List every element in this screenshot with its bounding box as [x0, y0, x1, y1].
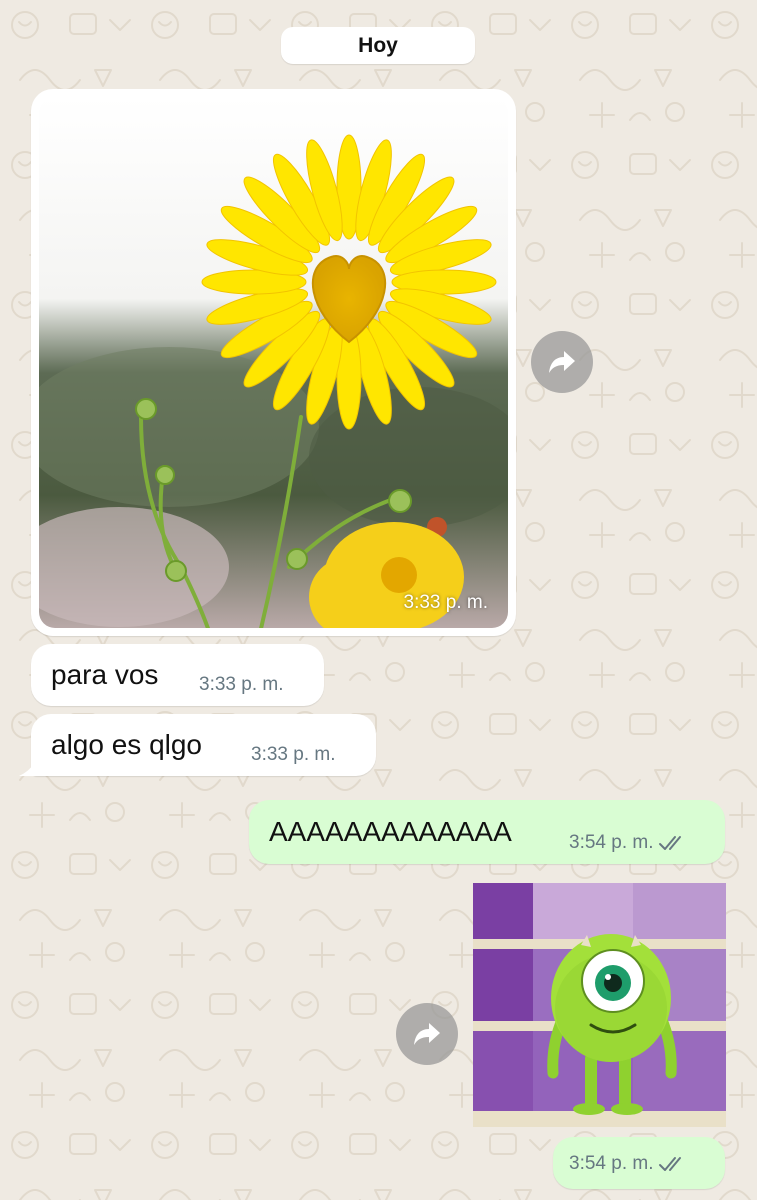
sticker-meta-chip: 3:54 p. m.: [553, 1137, 725, 1189]
message-time: 3:54 p. m.: [569, 1153, 654, 1174]
daisy-photo[interactable]: 3:33 p. m.: [39, 97, 508, 628]
message-text: algo es qlgo: [51, 729, 203, 760]
mike-wazowski-sticker[interactable]: [473, 883, 726, 1127]
message-time: 3:33 p. m.: [199, 674, 284, 695]
forward-arrow-icon: [549, 351, 575, 373]
bubble-tail: [19, 752, 41, 776]
forward-arrow-icon: [414, 1023, 440, 1045]
incoming-message-bubble[interactable]: para vos 3:33 p. m.: [31, 644, 324, 706]
message-meta: 3:54 p. m.: [569, 832, 688, 854]
message-text: para vos: [51, 659, 159, 690]
message-time: 3:33 p. m.: [251, 744, 336, 765]
message-time: 3:33 p. m.: [403, 592, 489, 613]
double-check-icon: [658, 1157, 681, 1171]
message-text: AAAAAAAAAAAAA: [269, 816, 512, 847]
outgoing-message-bubble[interactable]: AAAAAAAAAAAAA 3:54 p. m.: [249, 800, 725, 864]
date-separator: Hoy: [281, 27, 475, 64]
double-check-icon: [658, 836, 681, 850]
image-message[interactable]: 3:33 p. m.: [31, 89, 516, 636]
forward-button[interactable]: [396, 1003, 458, 1065]
message-meta: 3:54 p. m.: [569, 1153, 688, 1175]
forward-button[interactable]: [531, 331, 593, 393]
message-time: 3:54 p. m.: [569, 832, 654, 853]
incoming-message-bubble[interactable]: algo es qlgo 3:33 p. m.: [31, 714, 376, 776]
